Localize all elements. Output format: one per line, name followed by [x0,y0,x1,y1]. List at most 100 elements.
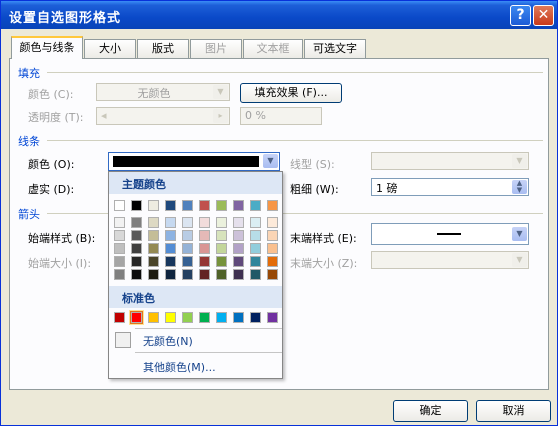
theme-tint-swatch[interactable] [165,256,176,267]
theme-color-swatch[interactable] [267,200,278,211]
theme-tint-swatch[interactable] [148,269,159,280]
theme-tint-swatch[interactable] [199,243,210,254]
theme-tint-swatch[interactable] [182,256,193,267]
theme-tint-swatch[interactable] [114,256,125,267]
theme-tint-swatch[interactable] [165,243,176,254]
theme-tint-swatch[interactable] [131,230,142,241]
arrows-group-title: 箭头 [18,208,40,221]
theme-tint-swatch[interactable] [148,217,159,228]
end-style-select[interactable]: ▼ [371,223,529,245]
standard-color-swatch[interactable] [250,312,261,323]
line-color-select[interactable]: ▼ [108,152,280,171]
theme-tint-swatch[interactable] [114,217,125,228]
cancel-button[interactable]: 取消 [476,400,551,422]
standard-color-swatch[interactable] [199,312,210,323]
theme-tint-swatch[interactable] [165,230,176,241]
standard-color-swatch[interactable] [148,312,159,323]
theme-tint-swatch[interactable] [216,243,227,254]
theme-tint-swatch[interactable] [267,256,278,267]
theme-tint-swatch[interactable] [114,243,125,254]
theme-tint-swatch[interactable] [131,243,142,254]
help-icon[interactable]: ? [510,5,531,26]
theme-tint-swatch[interactable] [199,256,210,267]
theme-tint-swatch[interactable] [216,230,227,241]
fill-color-select[interactable]: 无颜色 ▼ [96,83,230,101]
palette-separator [135,352,282,353]
tab-colors-lines[interactable]: 颜色与线条 [11,36,83,59]
theme-tint-swatch[interactable] [233,256,244,267]
standard-color-swatch[interactable] [165,312,176,323]
fill-effects-button[interactable]: 填充效果 (F)... [240,83,342,103]
theme-tint-swatch[interactable] [233,217,244,228]
theme-tint-swatch[interactable] [250,217,261,228]
end-size-select[interactable]: ▼ [371,251,529,269]
theme-tint-swatch[interactable] [267,243,278,254]
theme-color-swatch[interactable] [114,200,125,211]
theme-tint-swatch[interactable] [148,243,159,254]
theme-tint-swatch[interactable] [250,243,261,254]
linetype-select[interactable]: ▼ [371,152,529,170]
standard-color-swatch[interactable] [233,312,244,323]
theme-tint-swatch[interactable] [250,230,261,241]
theme-tint-swatch[interactable] [233,269,244,280]
ok-button[interactable]: 确定 [393,400,468,422]
theme-tint-swatch[interactable] [131,256,142,267]
close-icon[interactable]: ✕ [533,5,554,26]
tab-size[interactable]: 大小 [84,39,136,58]
standard-color-swatch[interactable] [130,311,143,324]
title-bar[interactable]: 设置自选图形格式 ? ✕ [1,1,557,29]
theme-tint-swatch[interactable] [216,217,227,228]
theme-color-swatch[interactable] [216,200,227,211]
theme-color-swatch[interactable] [199,200,210,211]
theme-tint-swatch[interactable] [114,230,125,241]
theme-tint-swatch[interactable] [250,269,261,280]
theme-tint-swatch[interactable] [131,217,142,228]
theme-tint-swatch[interactable] [233,243,244,254]
standard-color-swatch[interactable] [216,312,227,323]
tab-layout[interactable]: 版式 [137,39,189,58]
tab-picture[interactable]: 图片 [190,39,242,58]
fill-divider [47,72,543,73]
standard-color-swatch[interactable] [182,312,193,323]
weight-value: 1 磅 [376,182,398,195]
theme-tint-swatch[interactable] [182,269,193,280]
theme-tint-swatch[interactable] [233,230,244,241]
theme-tint-swatch[interactable] [148,256,159,267]
transparency-slider[interactable]: ◂ ▸ [96,107,230,125]
standard-color-swatch[interactable] [114,312,125,323]
theme-tint-swatch[interactable] [148,230,159,241]
theme-tint-swatch[interactable] [114,269,125,280]
line-group-title: 线条 [18,135,40,148]
theme-tint-swatch[interactable] [216,269,227,280]
chevron-down-icon: ▼ [512,227,527,241]
standard-color-swatch[interactable] [267,312,278,323]
more-colors-item[interactable]: 其他颜色(M)... [109,355,282,377]
theme-tint-swatch[interactable] [199,230,210,241]
tab-alt-text[interactable]: 可选文字 [304,39,366,58]
theme-tint-swatch[interactable] [182,243,193,254]
transparency-input[interactable]: 0 % [240,107,322,125]
spin-icon[interactable]: ▲ ▼ [512,180,527,194]
theme-color-swatch[interactable] [250,200,261,211]
theme-color-swatch[interactable] [131,200,142,211]
theme-tint-swatch[interactable] [182,230,193,241]
theme-tint-swatch[interactable] [267,269,278,280]
weight-label: 粗细 (W): [290,183,339,196]
theme-color-swatch[interactable] [233,200,244,211]
theme-tint-swatch[interactable] [267,217,278,228]
theme-tint-swatch[interactable] [131,269,142,280]
theme-tint-swatch[interactable] [165,217,176,228]
theme-color-swatch[interactable] [148,200,159,211]
tab-textbox[interactable]: 文本框 [243,39,303,58]
theme-tint-swatch[interactable] [216,256,227,267]
theme-tint-swatch[interactable] [165,269,176,280]
theme-tint-swatch[interactable] [199,269,210,280]
no-color-item[interactable]: 无颜色(N) [109,329,282,351]
theme-tint-swatch[interactable] [182,217,193,228]
weight-input[interactable]: 1 磅 ▲ ▼ [371,178,529,196]
theme-tint-swatch[interactable] [250,256,261,267]
theme-tint-swatch[interactable] [199,217,210,228]
theme-tint-swatch[interactable] [267,230,278,241]
theme-color-swatch[interactable] [165,200,176,211]
theme-color-swatch[interactable] [182,200,193,211]
